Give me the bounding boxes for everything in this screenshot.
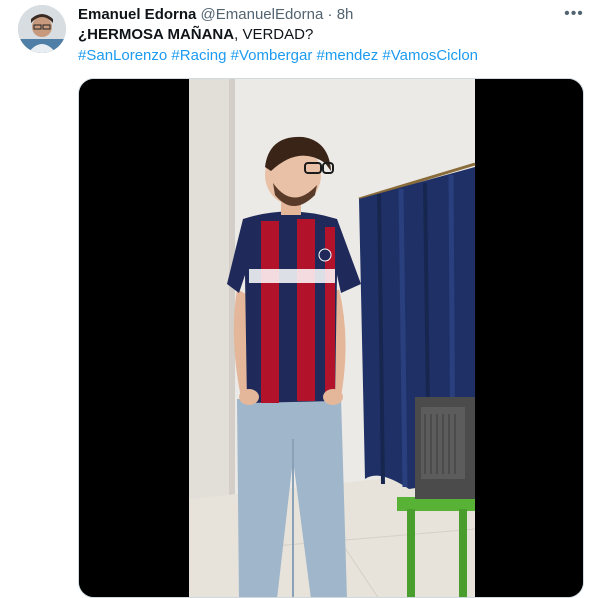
tweet-header: Emanuel Edorna @EmanuelEdorna · 8h xyxy=(78,5,602,25)
tweet-text-rest: , VERDAD? xyxy=(234,26,314,43)
hashtag-line: #SanLorenzo #Racing #Vombergar #mendez #… xyxy=(78,46,478,66)
avatar-image xyxy=(18,5,66,53)
author-handle[interactable]: @EmanuelEdorna xyxy=(201,6,324,23)
tweet-text-bold: ¿HERMOSA MAÑANA xyxy=(78,26,235,43)
tweet-video[interactable] xyxy=(78,78,584,598)
tweet-text: ¿HERMOSA MAÑANA, VERDAD? xyxy=(78,25,313,45)
hashtag-link[interactable]: #VamosCiclon xyxy=(382,47,478,64)
hashtag-link[interactable]: #Vombergar xyxy=(231,47,313,64)
hashtag-link[interactable]: #Racing xyxy=(171,47,226,64)
avatar[interactable] xyxy=(18,5,66,53)
tweet-timestamp[interactable]: 8h xyxy=(337,6,354,23)
header-separator: · xyxy=(327,6,333,23)
more-icon[interactable]: ••• xyxy=(562,5,586,25)
hashtag-link[interactable]: #mendez xyxy=(317,47,379,64)
hashtag-link[interactable]: #SanLorenzo xyxy=(78,47,167,64)
author-name[interactable]: Emanuel Edorna xyxy=(78,6,196,23)
video-frame xyxy=(79,79,583,597)
tweet-card[interactable]: Emanuel Edorna @EmanuelEdorna · 8h ••• ¿… xyxy=(0,0,614,598)
